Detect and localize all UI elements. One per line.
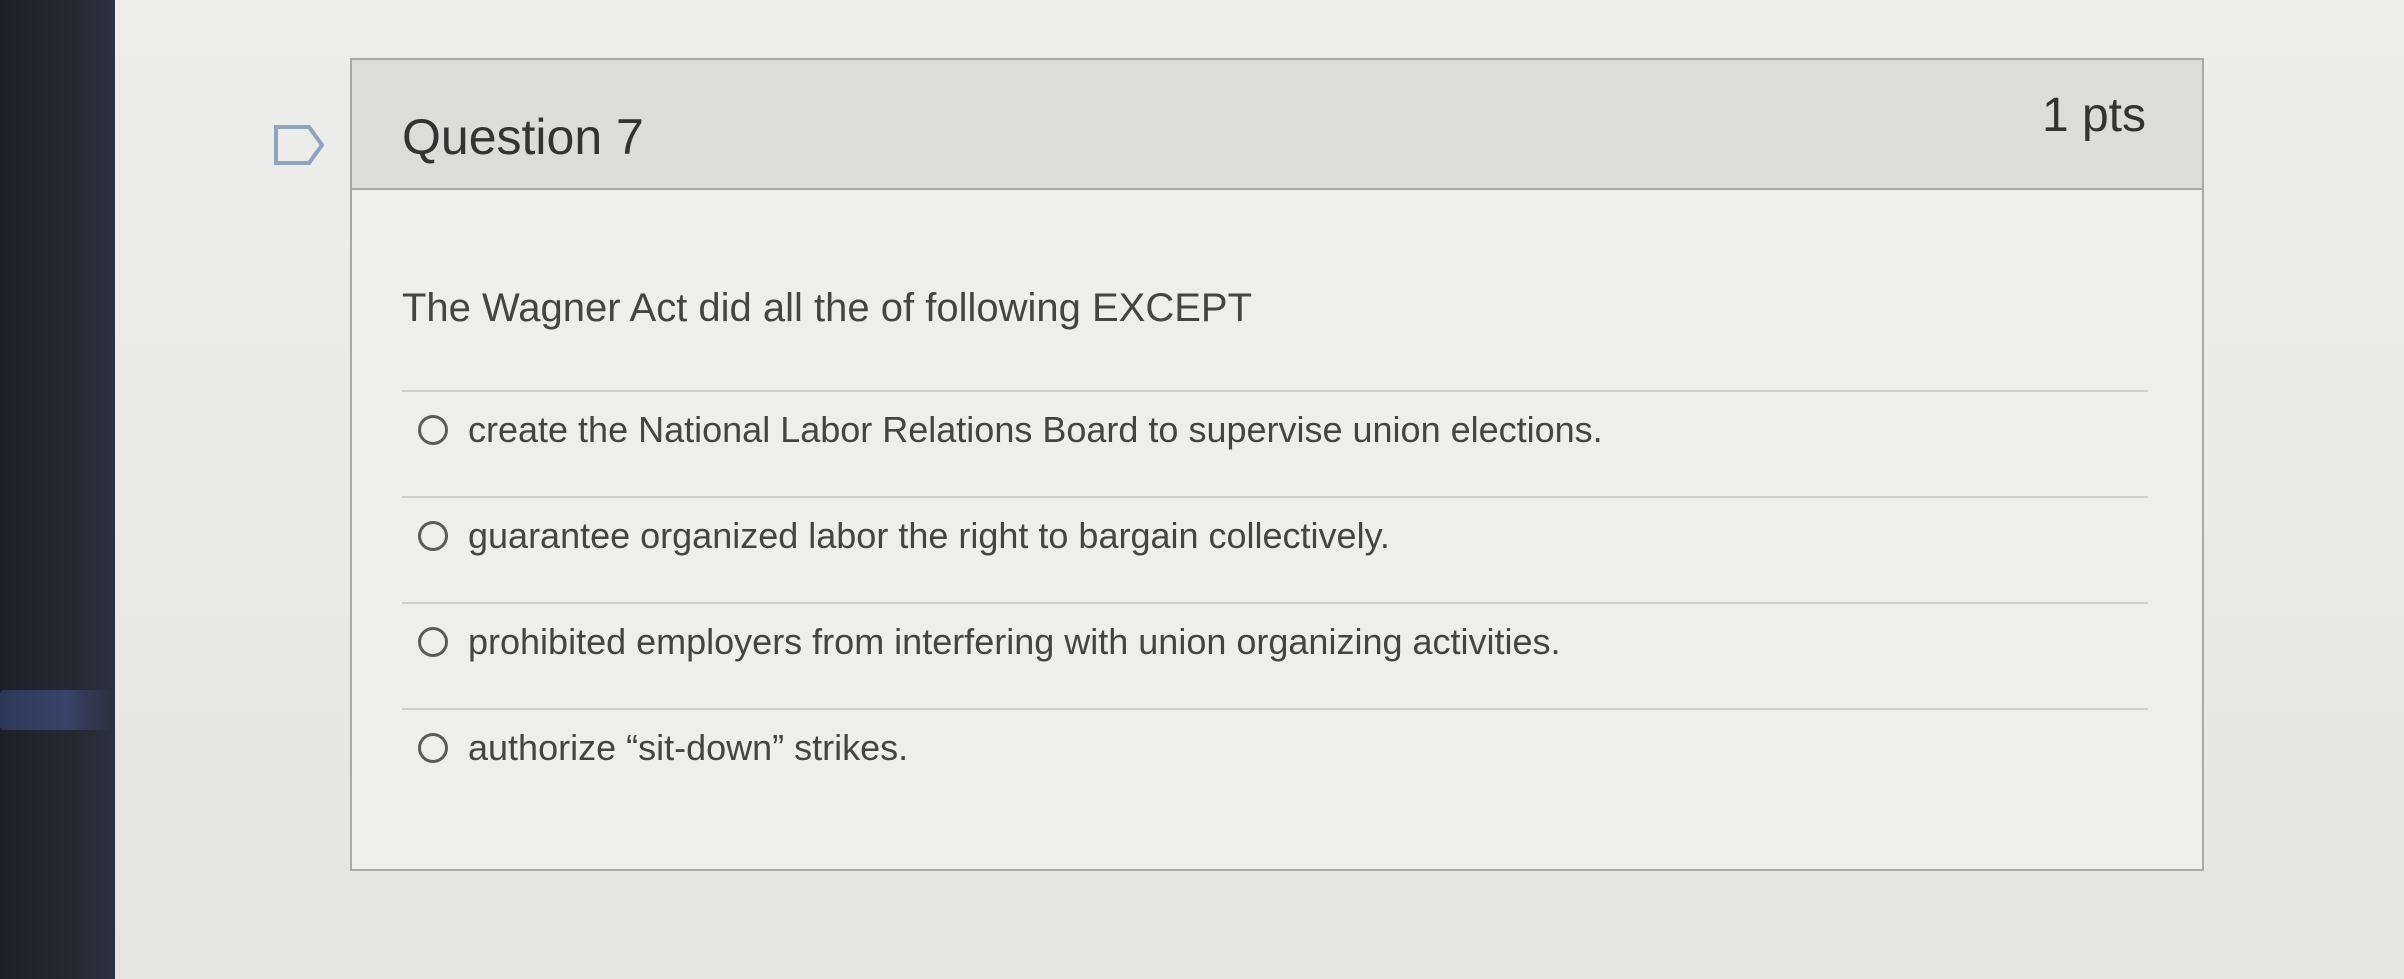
sidebar-nav-highlight[interactable] (0, 690, 112, 730)
radio-button-icon[interactable] (418, 627, 448, 657)
answer-label[interactable]: prohibited employers from interfering wi… (468, 621, 1561, 663)
answer-option[interactable]: guarantee organized labor the right to b… (418, 506, 1390, 566)
answer-divider (402, 602, 2148, 604)
answer-divider (402, 390, 2148, 392)
answer-label[interactable]: create the National Labor Relations Boar… (468, 409, 1603, 451)
question-header: Question 7 1 pts (352, 60, 2202, 190)
bookmark-flag-icon[interactable] (273, 124, 325, 166)
radio-button-icon[interactable] (418, 733, 448, 763)
answer-option[interactable]: authorize “sit-down” strikes. (418, 718, 908, 778)
question-points: 1 pts (2041, 89, 2146, 142)
answer-label[interactable]: authorize “sit-down” strikes. (468, 727, 908, 769)
answer-label[interactable]: guarantee organized labor the right to b… (468, 515, 1390, 557)
answer-divider (402, 708, 2148, 710)
question-card: Question 7 1 pts The Wagner Act did all … (350, 58, 2204, 871)
answer-option[interactable]: create the National Labor Relations Boar… (418, 400, 1603, 460)
radio-button-icon[interactable] (418, 415, 448, 445)
answer-divider (402, 496, 2148, 498)
left-sidebar (0, 0, 115, 979)
radio-button-icon[interactable] (418, 521, 448, 551)
answer-option[interactable]: prohibited employers from interfering wi… (418, 612, 1561, 672)
question-title: Question 7 (402, 109, 644, 165)
question-prompt: The Wagner Act did all the of following … (402, 286, 1253, 330)
